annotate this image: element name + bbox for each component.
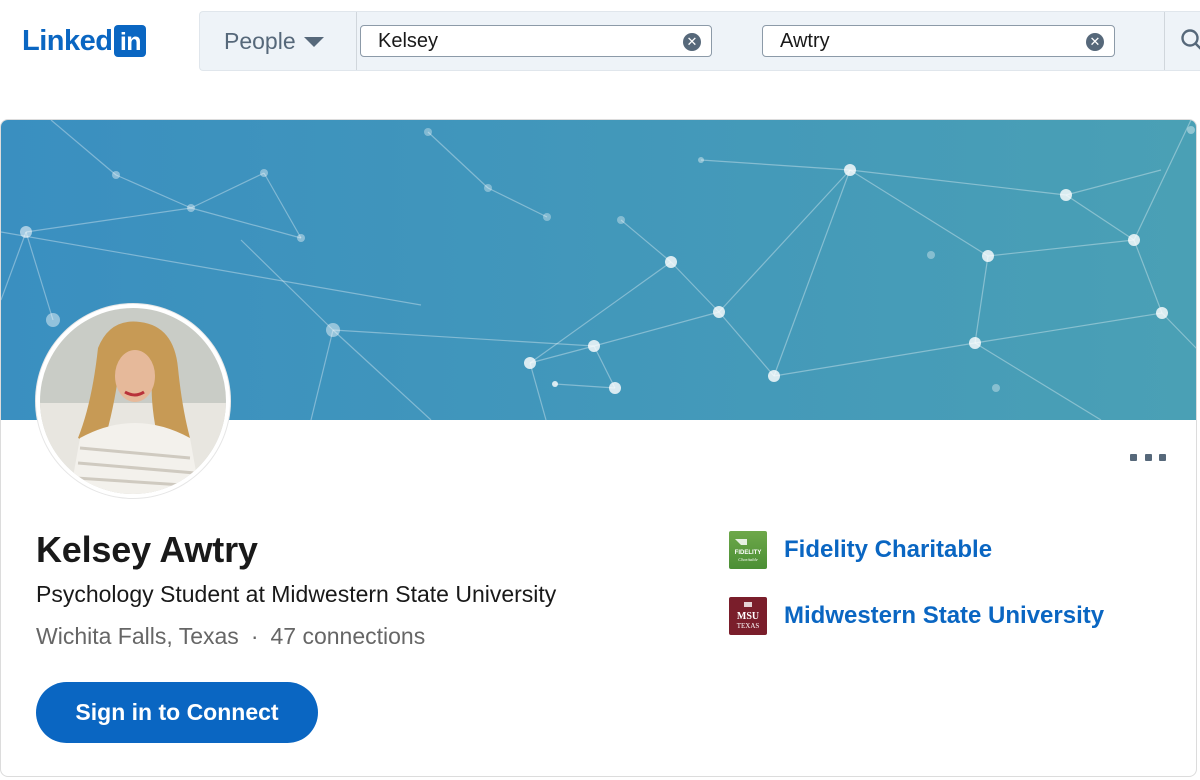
msu-texas-logo: MSU TEXAS (729, 597, 767, 635)
fidelity-charitable-logo: FIDELITY Charitable (729, 531, 767, 569)
org-name-fidelity-charitable: Fidelity Charitable (784, 536, 993, 563)
chevron-down-icon (303, 37, 324, 47)
profile-photo (36, 304, 230, 498)
fidelity-logo-icon: FIDELITY Charitable (735, 539, 762, 562)
meta-separator: · (250, 623, 259, 649)
avatar (40, 308, 226, 494)
last-name-input[interactable] (763, 26, 1114, 56)
more-options-button[interactable] (1130, 450, 1166, 464)
logo-wordmark: Linked (22, 25, 113, 57)
profile-meta: Wichita Falls, Texas · 47 connections (36, 623, 425, 650)
msu-logo-icon: MSU TEXAS (737, 602, 760, 630)
search-icon[interactable] (1180, 28, 1200, 52)
search-category-dropdown[interactable]: People (200, 12, 357, 70)
first-name-input[interactable] (361, 26, 711, 56)
profile-headline: Psychology Student at Midwestern State U… (36, 581, 557, 607)
last-name-field-wrapper: ✕ (762, 25, 1115, 57)
more-icon (1144, 453, 1152, 461)
profile-photo-image (40, 308, 226, 494)
org-item-midwestern-state-university[interactable]: MSU TEXAS Midwestern State University (729, 597, 1104, 635)
profile-organizations: FIDELITY Charitable Fidelity Charitable … (729, 531, 1104, 663)
logo-in-box: in (114, 25, 147, 57)
profile-location: Wichita Falls, Texas (36, 623, 239, 649)
linkedin-logo[interactable]: Linked in (22, 24, 147, 58)
fidelity-logo-subtext: Charitable (738, 557, 758, 562)
profile-card: Kelsey Awtry Psychology Student at Midwe… (0, 119, 1197, 777)
clear-icon[interactable]: ✕ (1086, 33, 1104, 51)
org-name-midwestern-state-university: Midwestern State University (784, 602, 1105, 629)
sign-in-to-connect-button[interactable]: Sign in to Connect (36, 682, 318, 743)
profile-name: Kelsey Awtry (36, 529, 258, 570)
clear-icon[interactable]: ✕ (683, 33, 701, 51)
more-icon (1130, 453, 1137, 461)
more-icon (1159, 453, 1166, 461)
profile-connections: 47 connections (270, 623, 426, 649)
msu-logo-subtext: TEXAS (737, 622, 760, 630)
first-name-field-wrapper: ✕ (360, 25, 712, 57)
search-category-label: People (224, 27, 296, 54)
org-item-fidelity-charitable[interactable]: FIDELITY Charitable Fidelity Charitable (729, 531, 1104, 569)
search-divider (1164, 12, 1165, 70)
fidelity-logo-text: FIDELITY (735, 550, 762, 556)
people-search-bar: People ✕ ✕ (199, 11, 1200, 71)
msu-logo-text: MSU (737, 611, 759, 622)
top-navigation: Linked in People ✕ ✕ (0, 0, 1200, 90)
